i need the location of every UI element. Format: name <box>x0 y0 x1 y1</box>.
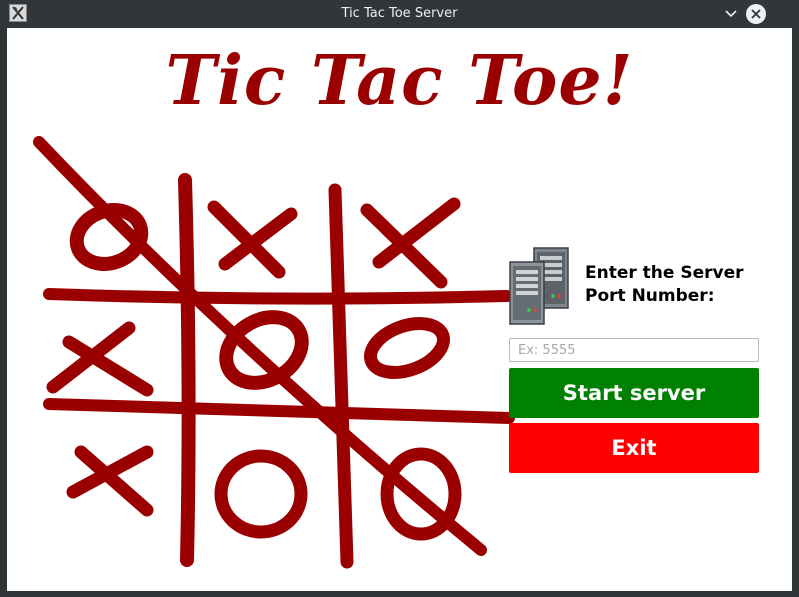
app-window: Tic Tac Toe Server Tic Tac Toe! Enter th… <box>0 0 799 597</box>
window-title: Tic Tac Toe Server <box>341 6 458 21</box>
exit-button[interactable]: Exit <box>509 423 759 473</box>
chevron-down-icon <box>725 10 737 18</box>
title-bar[interactable]: Tic Tac Toe Server <box>0 0 799 28</box>
mark-x-r3c1 <box>66 445 154 517</box>
server-icon <box>509 247 569 325</box>
mark-o-r3c2 <box>214 449 308 539</box>
port-number-input[interactable] <box>509 338 759 362</box>
grid-line-horizontal-bottom <box>43 398 515 424</box>
mark-x-r1c3 <box>360 197 461 289</box>
grid-line-horizontal-top <box>43 288 513 305</box>
mark-o-r2c2 <box>219 310 309 390</box>
grid-line-vertical-right <box>328 183 354 569</box>
mark-x-r1c2 <box>207 200 298 279</box>
port-prompt-label: Enter the Server Port Number: <box>585 263 744 306</box>
close-icon <box>751 9 761 19</box>
start-server-button[interactable]: Start server <box>509 368 759 418</box>
grid-line-vertical-left <box>178 173 196 567</box>
mark-x-r2c1 <box>46 321 154 397</box>
tic-tac-toe-board-illustration <box>33 136 515 569</box>
server-prompt-panel: Enter the Server Port Number: <box>508 244 760 334</box>
game-title: Tic Tac Toe! <box>165 41 634 121</box>
minimize-button[interactable] <box>721 4 741 24</box>
mark-o-r2c3 <box>364 317 450 379</box>
close-button[interactable] <box>746 4 766 24</box>
